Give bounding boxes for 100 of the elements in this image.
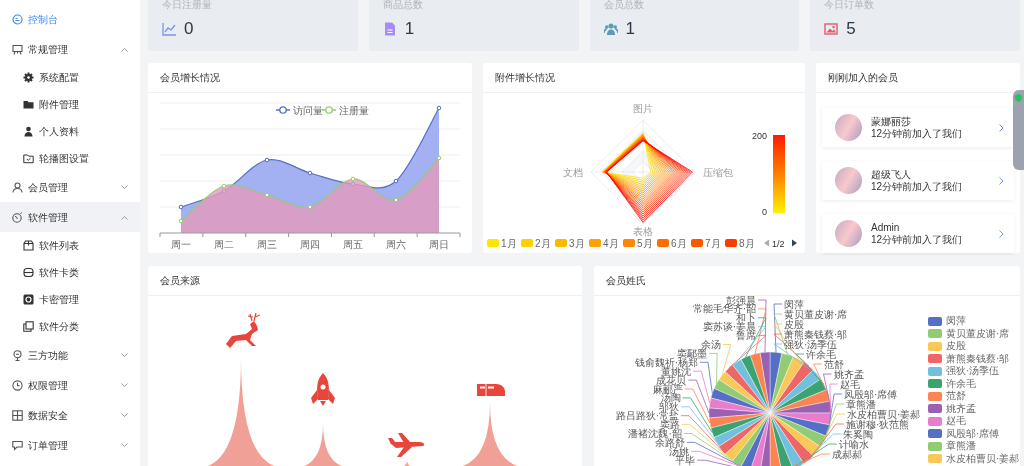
chevron-up-icon[interactable]	[121, 46, 128, 52]
chevron-right-icon[interactable]	[999, 176, 1004, 185]
pie-slice[interactable]	[713, 412, 771, 447]
sidebar-subitem[interactable]: 系统配置	[0, 64, 140, 91]
member-row[interactable]: 蒙娜丽莎 12分钟前加入了我们	[822, 108, 1014, 147]
legend-swatch[interactable]	[657, 239, 669, 247]
legend-line-icon[interactable]	[275, 106, 291, 114]
sidebar-subitem[interactable]: 软件分类	[0, 313, 140, 340]
legend-swatch[interactable]	[521, 239, 533, 247]
person-icon	[12, 181, 23, 193]
previous-page-icon[interactable]	[764, 239, 769, 247]
legend-label[interactable]: 6月	[671, 237, 687, 249]
legend-item[interactable]: 章熊潘	[928, 441, 1020, 451]
pie-slice[interactable]	[769, 412, 821, 457]
legend-label[interactable]: 5月	[637, 237, 653, 249]
legend-line-icon[interactable]	[321, 106, 337, 114]
chevron-right-icon[interactable]	[999, 123, 1004, 132]
scale-label: 200	[751, 131, 767, 141]
sidebar-subitem[interactable]: 软件卡类	[0, 259, 140, 286]
legend-swatch[interactable]	[589, 239, 601, 247]
legend-label[interactable]: 2月	[535, 237, 551, 249]
sidebar-subitem[interactable]: 软件列表	[0, 232, 140, 259]
member-joined-text: 12分钟前加入了我们	[871, 233, 963, 246]
legend-item[interactable]: 姚齐孟	[928, 403, 1020, 414]
pie-slice[interactable]	[724, 364, 771, 414]
pie-slice[interactable]	[759, 412, 771, 466]
chevron-up-icon[interactable]	[121, 214, 128, 220]
avatar	[835, 167, 862, 194]
pie-slice[interactable]	[769, 412, 832, 426]
legend-item[interactable]: 赵毛	[928, 416, 1020, 426]
member-row[interactable]: Admin 12分钟前加入了我们	[822, 214, 1014, 253]
legend-item[interactable]: 范舒	[928, 391, 1020, 401]
legend-label[interactable]: 8月	[739, 237, 755, 249]
chat-bubble-icon	[12, 13, 23, 25]
legend-label[interactable]: 访问量	[293, 104, 323, 116]
chevron-right-icon[interactable]	[999, 229, 1004, 238]
legend-swatch[interactable]	[487, 239, 499, 247]
rocket-icon	[311, 373, 335, 406]
stat-value: 0	[184, 20, 194, 38]
legend-item[interactable]: 水皮柏曹贝·姜郝	[928, 453, 1020, 464]
member-joined-text: 12分钟前加入了我们	[871, 127, 963, 140]
legend-label[interactable]: 1月	[501, 237, 517, 249]
pie-slice[interactable]	[769, 378, 827, 414]
slice-label: 鲁席	[736, 330, 756, 342]
pie-slice[interactable]	[718, 371, 771, 414]
chevron-down-icon[interactable]	[121, 352, 128, 358]
slice-label: 萧熊秦钱蔡·邬	[784, 328, 848, 340]
slice-label: 章熊潘	[846, 398, 877, 410]
database-icon	[23, 267, 34, 278]
pie-slice[interactable]	[724, 412, 771, 462]
line-chart-icon	[162, 22, 176, 36]
sidebar-item[interactable]: 软件管理	[0, 202, 140, 232]
legend-label[interactable]: 注册量	[339, 104, 369, 116]
sidebar-subitem[interactable]: 轮播图设置	[0, 145, 140, 172]
folder-check-icon	[23, 153, 34, 164]
next-page-icon[interactable]	[792, 239, 797, 247]
chevron-down-icon[interactable]	[121, 382, 128, 388]
airplane-icon	[388, 433, 425, 457]
radar-axis-label: 文档	[563, 166, 583, 178]
pie-slice[interactable]	[740, 355, 771, 414]
chevron-down-icon[interactable]	[121, 184, 128, 190]
card-title: 刚刚加入的会员	[828, 71, 898, 85]
pie-slice[interactable]	[759, 351, 771, 414]
legend-item[interactable]: 皮殷	[928, 341, 1020, 351]
legend-swatch[interactable]	[555, 239, 567, 247]
pie-slice[interactable]	[732, 412, 771, 466]
stat-value: 1	[625, 20, 635, 38]
pie-slice[interactable]	[769, 362, 814, 414]
legend-item[interactable]: 凤殷邬·席傅	[928, 428, 1020, 439]
sidebar-subitem[interactable]: 卡密管理	[0, 286, 140, 313]
color-scale-bar[interactable]	[773, 135, 785, 213]
slice-label: 余汤	[700, 339, 721, 350]
file-icon	[382, 22, 397, 36]
pie-slice[interactable]	[709, 412, 771, 429]
legend-item[interactable]: 许余毛	[928, 378, 1020, 389]
legend-item[interactable]: 黄贝董皮谢·席	[928, 328, 1020, 339]
legend-item[interactable]: 萧熊秦钱蔡·邬	[928, 353, 1020, 364]
sidebar-subitem[interactable]: 附件管理	[0, 91, 140, 118]
pie-slice[interactable]	[713, 379, 771, 414]
pie-slice[interactable]	[769, 412, 805, 466]
legend-item[interactable]: 闵萍	[928, 316, 1020, 326]
card-icon	[23, 294, 34, 305]
chevron-down-icon[interactable]	[121, 412, 128, 418]
pie-slice[interactable]	[740, 412, 771, 466]
slice-label: 潘褚沈魏·韶	[628, 428, 682, 439]
legend-swatch[interactable]	[725, 239, 737, 247]
legend-item[interactable]: 强狄·汤季伍	[928, 366, 1020, 376]
slice-label: 赵毛	[839, 378, 860, 390]
legend-swatch[interactable]	[623, 239, 635, 247]
legend-label[interactable]: 3月	[569, 237, 585, 249]
clock-icon	[12, 379, 23, 391]
legend-swatch[interactable]	[691, 239, 703, 247]
member-name: 超级飞人	[871, 168, 911, 181]
pie-slice[interactable]	[708, 407, 771, 419]
pie-slice[interactable]	[710, 388, 771, 414]
sidebar-subitem[interactable]: 个人资料	[0, 118, 140, 145]
legend-label[interactable]: 4月	[603, 237, 619, 249]
legend-label[interactable]: 7月	[705, 237, 721, 249]
chevron-down-icon[interactable]	[121, 442, 128, 448]
member-row[interactable]: 超级飞人 12分钟前加入了我们	[822, 161, 1014, 200]
